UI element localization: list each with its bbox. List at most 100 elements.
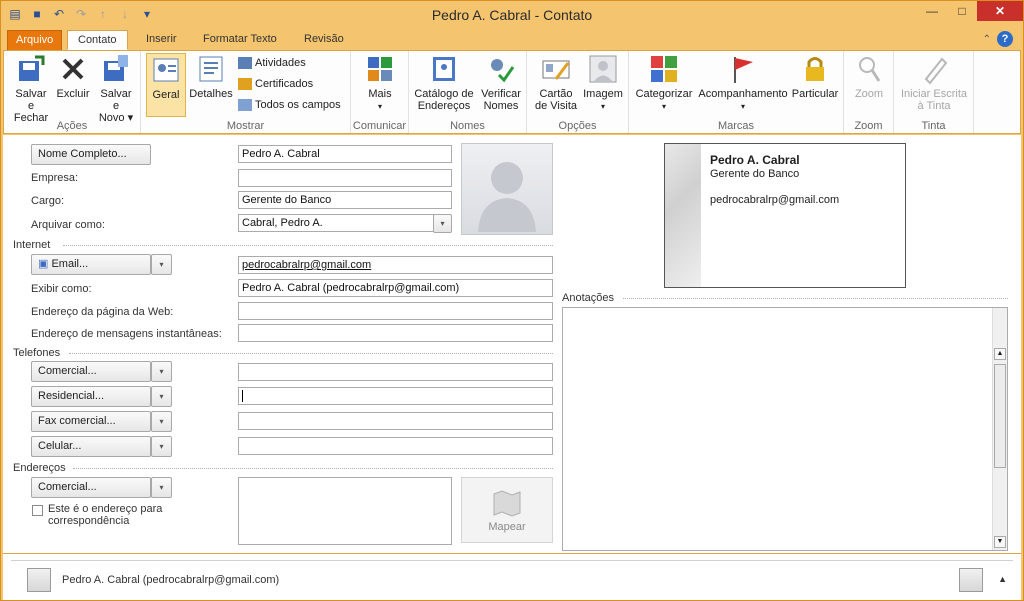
group-names: Catálogo de Endereços Verificar Nomes Nome… [409,51,527,133]
tab-format-text[interactable]: Formatar Texto [193,30,287,50]
map-button[interactable]: Mapear [461,477,553,543]
phone-home-dropdown[interactable]: ▾ [151,386,172,407]
delete-icon [62,58,84,80]
general-button[interactable]: Geral [146,53,186,117]
check-names-icon [491,59,515,83]
help-icon[interactable]: ? [997,31,1013,47]
start-inking-button[interactable]: Iniciar Escrita à Tinta [898,53,970,112]
email-button[interactable]: ▣ Email... [31,254,151,275]
picture-button[interactable]: Imagem ▾ [581,53,625,113]
check-names-button[interactable]: Verificar Nomes [479,53,523,112]
certificates-button[interactable]: Certificados [238,78,313,90]
all-fields-button[interactable]: Todos os campos [238,99,341,111]
mailing-address-checkbox[interactable] [32,505,43,516]
contact-avatar-icon[interactable] [27,568,51,592]
web-page-field[interactable] [238,302,553,320]
phone-business-button[interactable]: Comercial... [31,361,151,382]
group-label-tags: Marcas [717,120,755,132]
people-pane: Pedro A. Cabral (pedrocabralrp@gmail.com… [3,553,1021,600]
general-view-icon [153,58,179,82]
scroll-up-arrow-icon[interactable]: ▲ [994,348,1006,360]
person-placeholder-icon [478,162,536,232]
title-bar: ▤ ■ ↶ ↷ ↑ ↓ ▾ Pedro A. Cabral - Contato … [1,1,1023,29]
group-communicate: Mais ▾ Comunicar [351,51,409,133]
address-field[interactable] [238,477,452,545]
expand-people-pane-icon[interactable]: ▲ [998,574,1007,584]
file-as-field[interactable]: Cabral, Pedro A. [238,214,434,232]
file-as-dropdown[interactable]: ▾ [433,214,452,233]
scroll-thumb[interactable] [994,364,1006,468]
outlook-contact-window: ▤ ■ ↶ ↷ ↑ ↓ ▾ Pedro A. Cabral - Contato … [0,0,1024,601]
categorize-button[interactable]: Categorizar ▾ [633,53,695,113]
address-business-dropdown[interactable]: ▾ [151,477,172,498]
zoom-icon [859,57,881,82]
tab-contact[interactable]: Contato [67,30,128,50]
phone-mobile-field[interactable] [238,437,553,455]
tab-insert[interactable]: Inserir [136,30,187,50]
phone-home-button[interactable]: Residencial... [31,386,151,407]
job-title-field[interactable]: Gerente do Banco [238,191,452,209]
notes-scrollbar[interactable]: ▲ ▼ [992,308,1007,550]
group-label-names: Nomes [450,120,485,132]
group-zoom: Zoom Zoom [844,51,894,133]
phone-business-dropdown[interactable]: ▾ [151,361,172,382]
activities-button[interactable]: Atividades [238,57,306,69]
job-title-label: Cargo: [31,195,65,207]
email-icon: ▣ [38,258,49,270]
save-close-button[interactable]: Salvar e Fechar [12,53,50,124]
group-label-ink: Tinta [921,120,946,132]
company-label: Empresa: [31,172,79,184]
phone-fax-dropdown[interactable]: ▾ [151,411,172,432]
company-field[interactable] [238,169,452,187]
more-button[interactable]: Mais ▾ [361,53,399,113]
zoom-button[interactable]: Zoom [850,53,888,100]
phone-fax-button[interactable]: Fax comercial... [31,411,151,432]
address-book-button[interactable]: Catálogo de Endereços [413,53,475,112]
minimize-ribbon-icon[interactable]: ⌃ [983,34,991,45]
im-address-field[interactable] [238,324,553,342]
display-as-field[interactable]: Pedro A. Cabral (pedrocabralrp@gmail.com… [238,279,553,297]
full-name-field[interactable]: Pedro A. Cabral [238,145,452,163]
phones-section-label: Telefones [13,347,61,359]
details-button[interactable]: Detalhes [189,53,233,100]
notes-field[interactable]: ▲ ▼ [562,307,1008,551]
activities-icon [238,57,252,69]
tab-file[interactable]: Arquivo [7,30,63,50]
phone-business-field[interactable] [238,363,553,381]
card-job-title: Gerente do Banco [710,168,800,180]
business-card-button[interactable]: Cartão de Visita [533,53,579,112]
group-actions: Salvar e Fechar Excluir Salvar e Novo ▾ Aç… [4,51,141,133]
maximize-button[interactable]: □ [947,1,977,21]
more-communicate-icon [368,57,392,81]
close-button[interactable]: ✕ [977,1,1023,21]
contact-photo[interactable] [461,143,553,235]
phone-fax-field[interactable] [238,412,553,430]
people-pane-avatar-icon[interactable] [959,568,983,592]
delete-button[interactable]: Excluir [56,53,90,100]
web-page-label: Endereço da página da Web: [31,306,174,318]
private-button[interactable]: Particular [791,53,839,100]
address-business-button[interactable]: Comercial... [31,477,151,498]
contact-form: Nome Completo... Pedro A. Cabral Empresa… [3,135,1021,553]
follow-up-button[interactable]: Acompanhamento ▾ [697,53,789,113]
full-name-button[interactable]: Nome Completo... [31,144,151,165]
save-close-icon [19,55,45,81]
save-new-button[interactable]: Salvar e Novo ▾ [96,53,136,124]
group-label-communicate: Comunicar [352,120,407,132]
window-title: Pedro A. Cabral - Contato [431,7,593,23]
phone-mobile-button[interactable]: Celular... [31,436,151,457]
group-ink: Iniciar Escrita à Tinta Tinta [894,51,974,133]
addresses-divider [73,468,553,469]
minimize-button[interactable]: — [917,1,947,21]
phone-mobile-dropdown[interactable]: ▾ [151,436,172,457]
group-tags: Categorizar ▾ Acompanhamento ▾ Particular … [629,51,844,133]
people-pane-contact[interactable]: Pedro A. Cabral (pedrocabralrp@gmail.com… [62,574,279,586]
tab-review[interactable]: Revisão [294,30,354,50]
email-dropdown[interactable]: ▾ [151,254,172,275]
phone-home-field[interactable] [238,387,553,405]
business-card-preview[interactable]: Pedro A. Cabral Gerente do Banco pedroca… [664,143,906,288]
email-field[interactable]: pedrocabralrp@gmail.com [238,256,553,274]
pen-icon [924,57,948,85]
scroll-down-arrow-icon[interactable]: ▼ [994,536,1006,548]
internet-divider [63,245,553,246]
